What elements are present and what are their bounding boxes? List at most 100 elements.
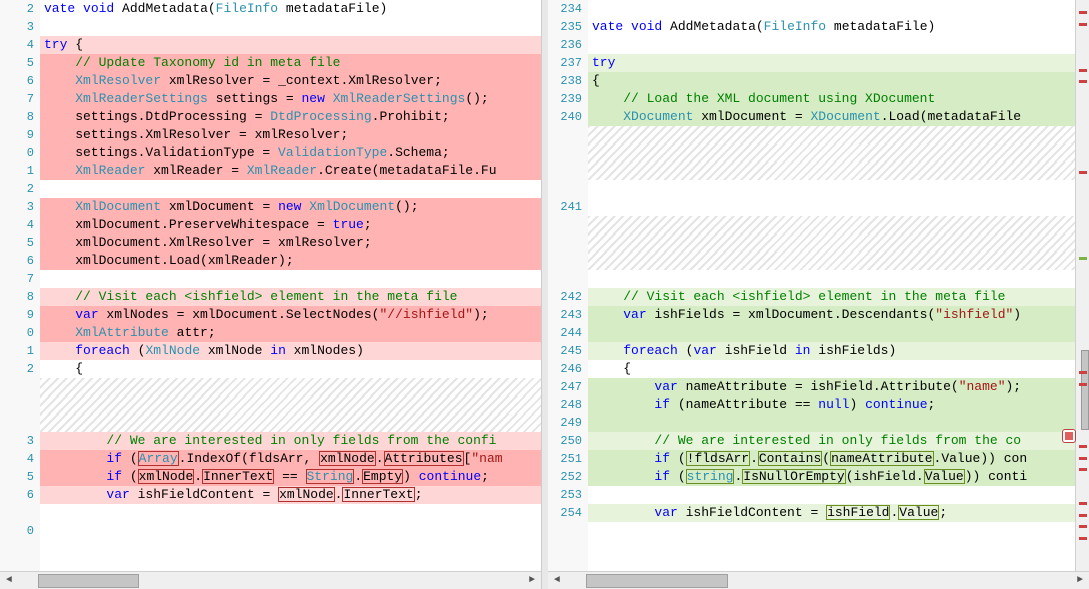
diff-mark[interactable] — [1079, 80, 1087, 83]
code-line[interactable]: try { — [40, 36, 541, 54]
overview-thumb[interactable] — [1081, 350, 1089, 430]
code-line[interactable]: try — [588, 54, 1075, 72]
diff-mark[interactable] — [1079, 171, 1087, 174]
code-line[interactable] — [40, 504, 541, 522]
code-line[interactable]: if (string.IsNullOrEmpty(ishField.Value)… — [588, 468, 1075, 486]
diff-mark[interactable] — [1079, 502, 1087, 505]
code-line[interactable]: // Update Taxonomy id in meta file — [40, 54, 541, 72]
code-line[interactable] — [40, 180, 541, 198]
code-line[interactable]: { — [588, 360, 1075, 378]
right-hscroll-track[interactable] — [566, 572, 1071, 589]
line-number: 244 — [548, 324, 588, 342]
code-line[interactable]: // Visit each <ishfield> element in the … — [40, 288, 541, 306]
right-overview-strip[interactable] — [1075, 0, 1089, 571]
line-number — [0, 414, 40, 432]
left-hscroll-track[interactable] — [18, 572, 523, 589]
code-line[interactable] — [588, 198, 1075, 216]
left-hscroll-thumb[interactable] — [38, 574, 139, 588]
code-line[interactable]: { — [588, 72, 1075, 90]
code-line[interactable]: XmlAttribute attr; — [40, 324, 541, 342]
code-line[interactable]: if (!fldsArr.Contains(nameAttribute.Valu… — [588, 450, 1075, 468]
code-line[interactable] — [40, 378, 541, 396]
code-line[interactable]: // We are interested in only fields from… — [588, 432, 1075, 450]
diff-mark[interactable] — [1079, 537, 1087, 540]
scroll-right-arrow-icon[interactable]: ► — [1071, 572, 1089, 589]
code-line[interactable]: xmlDocument.Load(xmlReader); — [40, 252, 541, 270]
current-diff-marker-icon[interactable] — [1063, 430, 1075, 442]
diff-mark[interactable] — [1079, 11, 1087, 14]
code-line[interactable]: xmlDocument.PreserveWhitespace = true; — [40, 216, 541, 234]
line-number: 6 — [0, 486, 40, 504]
code-line[interactable] — [40, 396, 541, 414]
left-code-area[interactable]: 23456789012345678901234560 vate void Add… — [0, 0, 541, 571]
code-line[interactable] — [588, 180, 1075, 198]
diff-mark[interactable] — [1079, 445, 1087, 448]
left-hscroll[interactable]: ◄ ► — [0, 571, 541, 589]
code-line[interactable]: vate void AddMetadata(FileInfo metadataF… — [40, 0, 541, 18]
diff-mark[interactable] — [1079, 525, 1087, 528]
right-code-area[interactable]: 2342352362372382392402412422432442452462… — [548, 0, 1089, 571]
scroll-right-arrow-icon[interactable]: ► — [523, 572, 541, 589]
code-line[interactable]: vate void AddMetadata(FileInfo metadataF… — [588, 18, 1075, 36]
code-line[interactable] — [588, 0, 1075, 18]
right-pane: 2342352362372382392402412422432442452462… — [548, 0, 1089, 589]
code-line[interactable] — [588, 126, 1075, 144]
code-line[interactable]: foreach (XmlNode xmlNode in xmlNodes) — [40, 342, 541, 360]
code-line[interactable] — [588, 234, 1075, 252]
code-line[interactable] — [588, 162, 1075, 180]
code-line[interactable]: settings.DtdProcessing = DtdProcessing.P… — [40, 108, 541, 126]
diff-mark[interactable] — [1079, 257, 1087, 260]
code-line[interactable] — [588, 252, 1075, 270]
code-line[interactable]: // Load the XML document using XDocument — [588, 90, 1075, 108]
code-line[interactable]: if (nameAttribute == null) continue; — [588, 396, 1075, 414]
code-line[interactable]: XDocument xmlDocument = XDocument.Load(m… — [588, 108, 1075, 126]
code-line[interactable] — [588, 324, 1075, 342]
code-line[interactable]: var ishFields = xmlDocument.Descendants(… — [588, 306, 1075, 324]
line-number: 251 — [548, 450, 588, 468]
code-line[interactable]: settings.XmlResolver = xmlResolver; — [40, 126, 541, 144]
code-line[interactable]: var ishFieldContent = xmlNode.InnerText; — [40, 486, 541, 504]
left-code[interactable]: vate void AddMetadata(FileInfo metadataF… — [40, 0, 541, 571]
code-line[interactable]: var xmlNodes = xmlDocument.SelectNodes("… — [40, 306, 541, 324]
code-line[interactable]: foreach (var ishField in ishFields) — [588, 342, 1075, 360]
diff-mark[interactable] — [1079, 457, 1087, 460]
line-number: 234 — [548, 0, 588, 18]
diff-mark[interactable] — [1079, 468, 1087, 471]
code-line[interactable]: // We are interested in only fields from… — [40, 432, 541, 450]
diff-mark[interactable] — [1079, 383, 1087, 386]
code-line[interactable] — [40, 18, 541, 36]
code-line[interactable]: XmlReader xmlReader = XmlReader.Create(m… — [40, 162, 541, 180]
code-line[interactable]: if (Array.IndexOf(fldsArr, xmlNode.Attri… — [40, 450, 541, 468]
scroll-left-arrow-icon[interactable]: ◄ — [548, 572, 566, 589]
code-line[interactable]: XmlReaderSettings settings = new XmlRead… — [40, 90, 541, 108]
line-number: 5 — [0, 468, 40, 486]
diff-mark[interactable] — [1079, 23, 1087, 26]
code-line[interactable] — [588, 414, 1075, 432]
code-line[interactable]: if (xmlNode.InnerText == String.Empty) c… — [40, 468, 541, 486]
line-number: 242 — [548, 288, 588, 306]
code-line[interactable] — [588, 216, 1075, 234]
code-line[interactable]: settings.ValidationType = ValidationType… — [40, 144, 541, 162]
code-line[interactable] — [588, 270, 1075, 288]
code-line[interactable]: var nameAttribute = ishField.Attribute("… — [588, 378, 1075, 396]
code-line[interactable]: { — [40, 360, 541, 378]
code-line[interactable] — [588, 144, 1075, 162]
scroll-left-arrow-icon[interactable]: ◄ — [0, 572, 18, 589]
code-line[interactable]: xmlDocument.XmlResolver = xmlResolver; — [40, 234, 541, 252]
line-number: 2 — [0, 0, 40, 18]
code-line[interactable] — [588, 36, 1075, 54]
right-hscroll[interactable]: ◄ ► — [548, 571, 1089, 589]
right-code[interactable]: vate void AddMetadata(FileInfo metadataF… — [588, 0, 1075, 571]
diff-mark[interactable] — [1079, 69, 1087, 72]
diff-mark[interactable] — [1079, 514, 1087, 517]
code-line[interactable]: XmlDocument xmlDocument = new XmlDocumen… — [40, 198, 541, 216]
diff-mark[interactable] — [1079, 371, 1087, 374]
code-line[interactable] — [40, 270, 541, 288]
line-number: 235 — [548, 18, 588, 36]
right-hscroll-thumb[interactable] — [586, 574, 727, 588]
code-line[interactable] — [40, 414, 541, 432]
code-line[interactable]: // Visit each <ishfield> element in the … — [588, 288, 1075, 306]
code-line[interactable]: XmlResolver xmlResolver = _context.XmlRe… — [40, 72, 541, 90]
code-line[interactable] — [588, 486, 1075, 504]
code-line[interactable]: var ishFieldContent = ishField.Value; — [588, 504, 1075, 522]
